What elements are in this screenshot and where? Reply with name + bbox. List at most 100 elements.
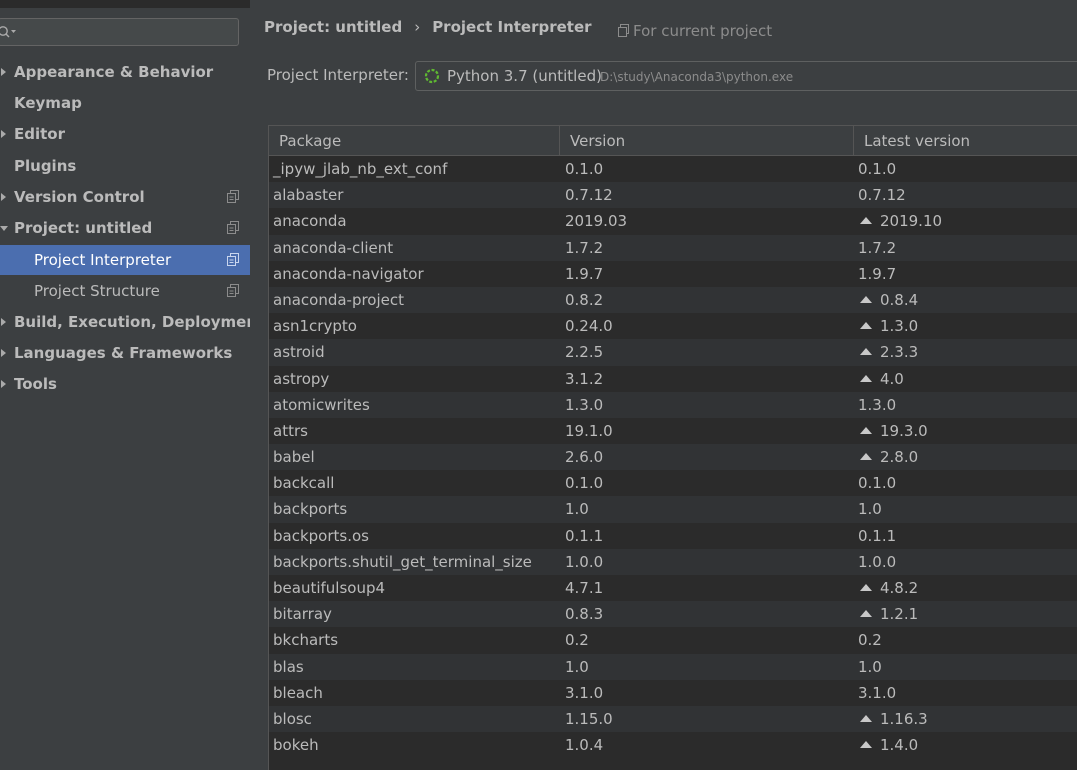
table-row[interactable]: _ipyw_jlab_nb_ext_conf 0.1.0 0.1.0: [269, 156, 1077, 183]
sidebar-item[interactable]: Plugins: [0, 151, 250, 181]
table-row[interactable]: bitarray 0.8.3 1.2.1: [269, 601, 1077, 628]
upgrade-arrow-icon[interactable]: [860, 217, 872, 225]
package-name-cell: backcall: [273, 474, 335, 493]
table-row[interactable]: astroid 2.2.5 2.3.3: [269, 339, 1077, 366]
table-row[interactable]: backports.shutil_get_terminal_size 1.0.0 1…: [269, 548, 1077, 575]
latest-version-cell: 1.16.3: [858, 706, 928, 732]
column-header-package[interactable]: Package: [269, 126, 560, 156]
sidebar-item[interactable]: Build, Execution, Deployment: [0, 307, 264, 337]
sidebar-item-label: Keymap: [14, 94, 82, 112]
latest-version-cell: 4.8.2: [858, 575, 918, 601]
chevron-down-icon[interactable]: [0, 226, 8, 231]
table-row[interactable]: astropy 3.1.2 4.0: [269, 365, 1077, 392]
table-row[interactable]: beautifulsoup4 4.7.1 4.8.2: [269, 575, 1077, 602]
sidebar-item[interactable]: Project Structure: [0, 276, 250, 306]
chevron-right-icon[interactable]: [1, 193, 6, 201]
version-cell: 3.1.2: [565, 369, 604, 388]
package-name-cell: bitarray: [273, 605, 332, 624]
latest-version-text: 0.1.0: [858, 474, 897, 493]
upgrade-arrow-icon[interactable]: [860, 426, 872, 434]
column-header-version[interactable]: Version: [560, 126, 854, 156]
table-row[interactable]: blas 1.0 1.0: [269, 653, 1077, 680]
table-row[interactable]: backcall 0.1.0 0.1.0: [269, 470, 1077, 497]
sidebar-item-label: Project: untitled: [14, 219, 153, 237]
upgrade-arrow-icon[interactable]: [860, 453, 872, 461]
table-row[interactable]: backports 1.0 1.0: [269, 496, 1077, 523]
latest-version-text: 0.8.4: [880, 290, 919, 309]
upgrade-arrow-icon[interactable]: [860, 714, 872, 722]
table-row[interactable]: alabaster 0.7.12 0.7.12: [269, 182, 1077, 209]
sidebar-item[interactable]: Appearance & Behavior: [0, 57, 250, 87]
latest-version-cell: 2019.10: [858, 208, 942, 234]
version-cell: 1.0.4: [565, 736, 604, 755]
sidebar-item[interactable]: Tools: [0, 369, 250, 399]
sidebar-item-label: Version Control: [14, 188, 145, 206]
settings-search[interactable]: [0, 18, 239, 46]
sidebar-item[interactable]: Project: untitled: [0, 213, 250, 243]
latest-version-cell: 2.8.0: [858, 444, 918, 470]
package-name-cell: astroid: [273, 343, 325, 362]
upgrade-arrow-icon[interactable]: [860, 374, 872, 382]
chevron-right-icon[interactable]: [1, 349, 6, 357]
latest-version-cell: 3.1.0: [858, 680, 896, 706]
package-name-cell: attrs: [273, 421, 308, 440]
search-icon: [0, 26, 16, 38]
package-name-cell: anaconda-client: [273, 238, 394, 257]
upgrade-arrow-icon[interactable]: [860, 322, 872, 330]
settings-sidebar: Appearance & Behavior Keymap Editor Plugins…: [0, 0, 264, 770]
upgrade-arrow-icon[interactable]: [860, 295, 872, 303]
latest-version-cell: 1.3.0: [858, 392, 896, 418]
table-row[interactable]: bleach 3.1.0 3.1.0: [269, 679, 1077, 706]
upgrade-arrow-icon[interactable]: [860, 610, 872, 618]
breadcrumb-parent[interactable]: Project: untitled: [264, 18, 402, 36]
search-input[interactable]: [19, 22, 233, 44]
table-row[interactable]: anaconda 2019.03 2019.10: [269, 208, 1077, 235]
interpreter-select[interactable]: Python 3.7 (untitled) D:\study\Anaconda3…: [415, 61, 1077, 91]
latest-version-cell: 0.1.0: [858, 470, 896, 496]
latest-version-text: 1.0: [858, 500, 882, 519]
upgrade-arrow-icon[interactable]: [860, 348, 872, 356]
latest-version-text: 1.3.0: [880, 317, 919, 336]
chevron-right-icon[interactable]: [1, 318, 6, 326]
latest-version-cell: 2.3.3: [858, 339, 918, 365]
table-row[interactable]: babel 2.6.0 2.8.0: [269, 444, 1077, 471]
sidebar-item[interactable]: Editor: [0, 119, 250, 149]
project-level-icon: [227, 221, 239, 234]
version-cell: 1.15.0: [565, 709, 613, 728]
package-name-cell: babel: [273, 448, 315, 467]
latest-version-text: 19.3.0: [880, 421, 928, 440]
sidebar-item[interactable]: Keymap: [0, 88, 250, 118]
sidebar-item-label: Project Interpreter: [34, 251, 172, 269]
project-level-icon: [227, 284, 239, 297]
table-row[interactable]: atomicwrites 1.3.0 1.3.0: [269, 391, 1077, 418]
sidebar-item[interactable]: Version Control: [0, 182, 250, 212]
chevron-right-icon[interactable]: [1, 68, 6, 76]
package-name-cell: blosc: [273, 709, 312, 728]
upgrade-arrow-icon[interactable]: [860, 584, 872, 591]
chevron-right-icon[interactable]: [1, 130, 6, 138]
table-row[interactable]: anaconda-client 1.7.2 1.7.2: [269, 234, 1077, 261]
version-cell: 1.0: [565, 500, 589, 519]
package-name-cell: atomicwrites: [273, 395, 370, 414]
sidebar-item[interactable]: Project Interpreter: [0, 245, 250, 275]
latest-version-cell: 4.0: [858, 366, 904, 392]
title-strip: [0, 0, 250, 8]
column-header-latest-version[interactable]: Latest version: [854, 126, 1077, 156]
table-row[interactable]: bkcharts 0.2 0.2: [269, 627, 1077, 654]
table-row[interactable]: anaconda-project 0.8.2 0.8.4: [269, 286, 1077, 314]
upgrade-arrow-icon[interactable]: [860, 741, 872, 749]
table-row[interactable]: backports.os 0.1.1 0.1.1: [269, 522, 1077, 549]
table-row[interactable]: anaconda-navigator 1.9.7 1.9.7: [269, 260, 1077, 287]
version-cell: 0.8.2: [565, 290, 604, 309]
version-cell: 19.1.0: [565, 421, 613, 440]
latest-version-cell: 1.4.0: [858, 732, 918, 758]
table-row[interactable]: asn1crypto 0.24.0 1.3.0: [269, 313, 1077, 340]
table-row[interactable]: bokeh 1.0.4 1.4.0: [269, 732, 1077, 759]
chevron-right-icon[interactable]: [1, 380, 6, 388]
table-row[interactable]: blosc 1.15.0 1.16.3: [269, 705, 1077, 733]
version-cell: 0.1.0: [565, 474, 604, 493]
table-row[interactable]: attrs 19.1.0 19.3.0: [269, 417, 1077, 445]
latest-version-cell: 19.3.0: [858, 418, 928, 444]
package-name-cell: bleach: [273, 683, 323, 702]
sidebar-item[interactable]: Languages & Frameworks: [0, 338, 250, 368]
